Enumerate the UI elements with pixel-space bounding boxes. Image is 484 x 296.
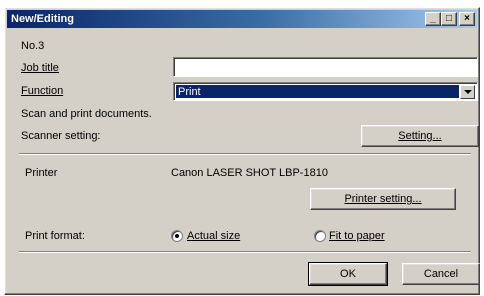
window-title: New/Editing bbox=[11, 13, 74, 25]
printer-setting-button-label: Printer setting... bbox=[344, 193, 422, 205]
function-description: Scan and print documents. bbox=[21, 108, 152, 120]
minimize-button[interactable]: _ bbox=[425, 12, 441, 26]
job-title-label: Job title bbox=[21, 62, 59, 74]
radio-fit-to-paper[interactable] bbox=[314, 230, 326, 242]
cancel-button[interactable]: Cancel bbox=[402, 263, 480, 285]
ok-button[interactable]: OK bbox=[308, 262, 388, 286]
divider bbox=[19, 251, 471, 253]
maximize-icon: □ bbox=[445, 13, 453, 24]
job-title-input[interactable] bbox=[173, 57, 478, 77]
scanner-setting-label: Scanner setting: bbox=[21, 130, 101, 142]
function-selected-value: Print bbox=[176, 85, 459, 98]
chevron-down-icon[interactable] bbox=[460, 85, 475, 99]
printer-name: Canon LASER SHOT LBP-1810 bbox=[171, 167, 328, 179]
minimize-icon: _ bbox=[430, 13, 436, 24]
fit-to-paper-label[interactable]: Fit to paper bbox=[329, 230, 385, 242]
close-button[interactable]: × bbox=[459, 12, 475, 26]
window-controls: _ □ × bbox=[425, 12, 475, 26]
actual-size-label[interactable]: Actual size bbox=[187, 230, 240, 242]
print-format-label: Print format: bbox=[25, 230, 85, 242]
divider bbox=[19, 153, 471, 155]
close-icon: × bbox=[464, 13, 470, 24]
scanner-setting-button[interactable]: Setting... bbox=[361, 125, 479, 147]
setting-button-label: Setting... bbox=[398, 130, 442, 142]
job-number: No.3 bbox=[21, 40, 45, 52]
printer-setting-button[interactable]: Printer setting... bbox=[310, 188, 456, 210]
function-label: Function bbox=[21, 85, 64, 97]
printer-label: Printer bbox=[25, 167, 58, 179]
radio-actual-size[interactable] bbox=[171, 230, 183, 242]
function-select[interactable]: Print bbox=[173, 82, 478, 101]
maximize-button[interactable]: □ bbox=[441, 12, 457, 26]
new-editing-dialog: New/Editing _ □ × No.3 Job title Functio… bbox=[4, 7, 480, 295]
title-bar[interactable]: New/Editing _ □ × bbox=[7, 10, 477, 28]
